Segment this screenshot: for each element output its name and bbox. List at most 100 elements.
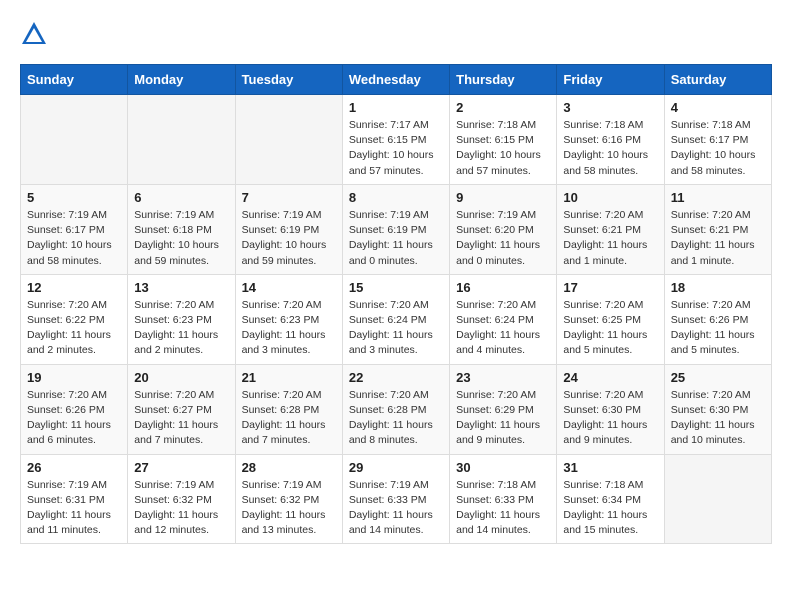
day-info: Sunrise: 7:18 AM Sunset: 6:34 PM Dayligh…	[563, 478, 657, 539]
day-info: Sunrise: 7:20 AM Sunset: 6:26 PM Dayligh…	[27, 388, 121, 449]
day-info: Sunrise: 7:20 AM Sunset: 6:21 PM Dayligh…	[671, 208, 765, 269]
col-header-sunday: Sunday	[21, 65, 128, 95]
day-cell-9: 9Sunrise: 7:19 AM Sunset: 6:20 PM Daylig…	[450, 184, 557, 274]
day-cell-31: 31 Sunrise: 7:18 AM Sunset: 6:34 PM Dayli…	[557, 454, 664, 544]
day-cell-21: 21 Sunrise: 7:20 AM Sunset: 6:28 PM Dayli…	[235, 364, 342, 454]
day-info: Sunrise: 7:19 AM Sunset: 6:20 PM Dayligh…	[456, 208, 550, 269]
day-number: 21	[242, 370, 336, 385]
col-header-friday: Friday	[557, 65, 664, 95]
day-info: Sunrise: 7:20 AM Sunset: 6:28 PM Dayligh…	[349, 388, 443, 449]
day-cell-13: 13 Sunrise: 7:20 AM Sunset: 6:23 PM Dayli…	[128, 274, 235, 364]
day-cell-22: 22Sunrise: 7:20 AM Sunset: 6:28 PM Dayli…	[342, 364, 449, 454]
day-info: Sunrise: 7:19 AM Sunset: 6:32 PM Dayligh…	[134, 478, 228, 539]
empty-cell	[128, 95, 235, 185]
day-cell-1: 1 Sunrise: 7:17 AM Sunset: 6:15 PM Daylig…	[342, 95, 449, 185]
day-info: Sunrise: 7:19 AM Sunset: 6:18 PM Dayligh…	[134, 208, 228, 269]
empty-cell	[664, 454, 771, 544]
day-cell-2: 2 Sunrise: 7:18 AM Sunset: 6:15 PM Daylig…	[450, 95, 557, 185]
day-number: 25	[671, 370, 765, 385]
day-info: Sunrise: 7:20 AM Sunset: 6:27 PM Dayligh…	[134, 388, 228, 449]
day-info: Sunrise: 7:18 AM Sunset: 6:15 PM Dayligh…	[456, 118, 550, 179]
day-number: 31	[563, 460, 657, 475]
day-info: Sunrise: 7:19 AM Sunset: 6:31 PM Dayligh…	[27, 478, 121, 539]
week-row: 26 Sunrise: 7:19 AM Sunset: 6:31 PM Dayli…	[21, 454, 772, 544]
logo-icon	[20, 20, 48, 48]
day-info: Sunrise: 7:19 AM Sunset: 6:19 PM Dayligh…	[242, 208, 336, 269]
day-info: Sunrise: 7:20 AM Sunset: 6:26 PM Dayligh…	[671, 298, 765, 359]
day-number: 10	[563, 190, 657, 205]
day-number: 16	[456, 280, 550, 295]
day-number: 12	[27, 280, 121, 295]
day-number: 5	[27, 190, 121, 205]
logo	[20, 20, 52, 48]
day-info: Sunrise: 7:20 AM Sunset: 6:23 PM Dayligh…	[242, 298, 336, 359]
day-number: 26	[27, 460, 121, 475]
day-cell-4: 4Sunrise: 7:18 AM Sunset: 6:17 PM Daylig…	[664, 95, 771, 185]
day-info: Sunrise: 7:20 AM Sunset: 6:24 PM Dayligh…	[349, 298, 443, 359]
day-info: Sunrise: 7:20 AM Sunset: 6:30 PM Dayligh…	[671, 388, 765, 449]
day-number: 4	[671, 100, 765, 115]
day-number: 11	[671, 190, 765, 205]
col-header-tuesday: Tuesday	[235, 65, 342, 95]
day-info: Sunrise: 7:20 AM Sunset: 6:22 PM Dayligh…	[27, 298, 121, 359]
day-number: 7	[242, 190, 336, 205]
day-cell-10: 10 Sunrise: 7:20 AM Sunset: 6:21 PM Dayli…	[557, 184, 664, 274]
day-info: Sunrise: 7:20 AM Sunset: 6:28 PM Dayligh…	[242, 388, 336, 449]
day-cell-20: 20 Sunrise: 7:20 AM Sunset: 6:27 PM Dayli…	[128, 364, 235, 454]
day-cell-17: 17 Sunrise: 7:20 AM Sunset: 6:25 PM Dayli…	[557, 274, 664, 364]
day-number: 13	[134, 280, 228, 295]
empty-cell	[21, 95, 128, 185]
day-number: 6	[134, 190, 228, 205]
day-info: Sunrise: 7:20 AM Sunset: 6:29 PM Dayligh…	[456, 388, 550, 449]
day-cell-3: 3 Sunrise: 7:18 AM Sunset: 6:16 PM Daylig…	[557, 95, 664, 185]
week-row: 5Sunrise: 7:19 AM Sunset: 6:17 PM Daylig…	[21, 184, 772, 274]
day-number: 3	[563, 100, 657, 115]
empty-cell	[235, 95, 342, 185]
day-number: 8	[349, 190, 443, 205]
day-info: Sunrise: 7:20 AM Sunset: 6:24 PM Dayligh…	[456, 298, 550, 359]
col-header-saturday: Saturday	[664, 65, 771, 95]
day-number: 30	[456, 460, 550, 475]
day-info: Sunrise: 7:17 AM Sunset: 6:15 PM Dayligh…	[349, 118, 443, 179]
day-cell-6: 6 Sunrise: 7:19 AM Sunset: 6:18 PM Daylig…	[128, 184, 235, 274]
day-number: 18	[671, 280, 765, 295]
day-cell-7: 7 Sunrise: 7:19 AM Sunset: 6:19 PM Daylig…	[235, 184, 342, 274]
day-number: 29	[349, 460, 443, 475]
day-cell-26: 26 Sunrise: 7:19 AM Sunset: 6:31 PM Dayli…	[21, 454, 128, 544]
col-header-wednesday: Wednesday	[342, 65, 449, 95]
day-cell-19: 19 Sunrise: 7:20 AM Sunset: 6:26 PM Dayli…	[21, 364, 128, 454]
day-cell-23: 23Sunrise: 7:20 AM Sunset: 6:29 PM Dayli…	[450, 364, 557, 454]
day-cell-5: 5Sunrise: 7:19 AM Sunset: 6:17 PM Daylig…	[21, 184, 128, 274]
day-number: 20	[134, 370, 228, 385]
day-cell-16: 16 Sunrise: 7:20 AM Sunset: 6:24 PM Dayli…	[450, 274, 557, 364]
day-cell-24: 24Sunrise: 7:20 AM Sunset: 6:30 PM Dayli…	[557, 364, 664, 454]
day-info: Sunrise: 7:19 AM Sunset: 6:32 PM Dayligh…	[242, 478, 336, 539]
day-number: 1	[349, 100, 443, 115]
day-info: Sunrise: 7:20 AM Sunset: 6:21 PM Dayligh…	[563, 208, 657, 269]
day-cell-12: 12 Sunrise: 7:20 AM Sunset: 6:22 PM Dayli…	[21, 274, 128, 364]
day-number: 17	[563, 280, 657, 295]
day-cell-28: 28Sunrise: 7:19 AM Sunset: 6:32 PM Dayli…	[235, 454, 342, 544]
day-info: Sunrise: 7:19 AM Sunset: 6:33 PM Dayligh…	[349, 478, 443, 539]
day-info: Sunrise: 7:20 AM Sunset: 6:25 PM Dayligh…	[563, 298, 657, 359]
calendar-header-row: SundayMondayTuesdayWednesdayThursdayFrid…	[21, 65, 772, 95]
day-info: Sunrise: 7:20 AM Sunset: 6:30 PM Dayligh…	[563, 388, 657, 449]
day-number: 14	[242, 280, 336, 295]
day-info: Sunrise: 7:18 AM Sunset: 6:33 PM Dayligh…	[456, 478, 550, 539]
day-info: Sunrise: 7:18 AM Sunset: 6:16 PM Dayligh…	[563, 118, 657, 179]
week-row: 19 Sunrise: 7:20 AM Sunset: 6:26 PM Dayli…	[21, 364, 772, 454]
week-row: 12 Sunrise: 7:20 AM Sunset: 6:22 PM Dayli…	[21, 274, 772, 364]
day-cell-18: 18 Sunrise: 7:20 AM Sunset: 6:26 PM Dayli…	[664, 274, 771, 364]
day-number: 2	[456, 100, 550, 115]
day-cell-15: 15 Sunrise: 7:20 AM Sunset: 6:24 PM Dayli…	[342, 274, 449, 364]
col-header-thursday: Thursday	[450, 65, 557, 95]
day-number: 27	[134, 460, 228, 475]
day-info: Sunrise: 7:20 AM Sunset: 6:23 PM Dayligh…	[134, 298, 228, 359]
day-number: 19	[27, 370, 121, 385]
day-cell-11: 11 Sunrise: 7:20 AM Sunset: 6:21 PM Dayli…	[664, 184, 771, 274]
day-cell-25: 25 Sunrise: 7:20 AM Sunset: 6:30 PM Dayli…	[664, 364, 771, 454]
col-header-monday: Monday	[128, 65, 235, 95]
day-number: 15	[349, 280, 443, 295]
week-row: 1 Sunrise: 7:17 AM Sunset: 6:15 PM Daylig…	[21, 95, 772, 185]
day-cell-14: 14 Sunrise: 7:20 AM Sunset: 6:23 PM Dayli…	[235, 274, 342, 364]
